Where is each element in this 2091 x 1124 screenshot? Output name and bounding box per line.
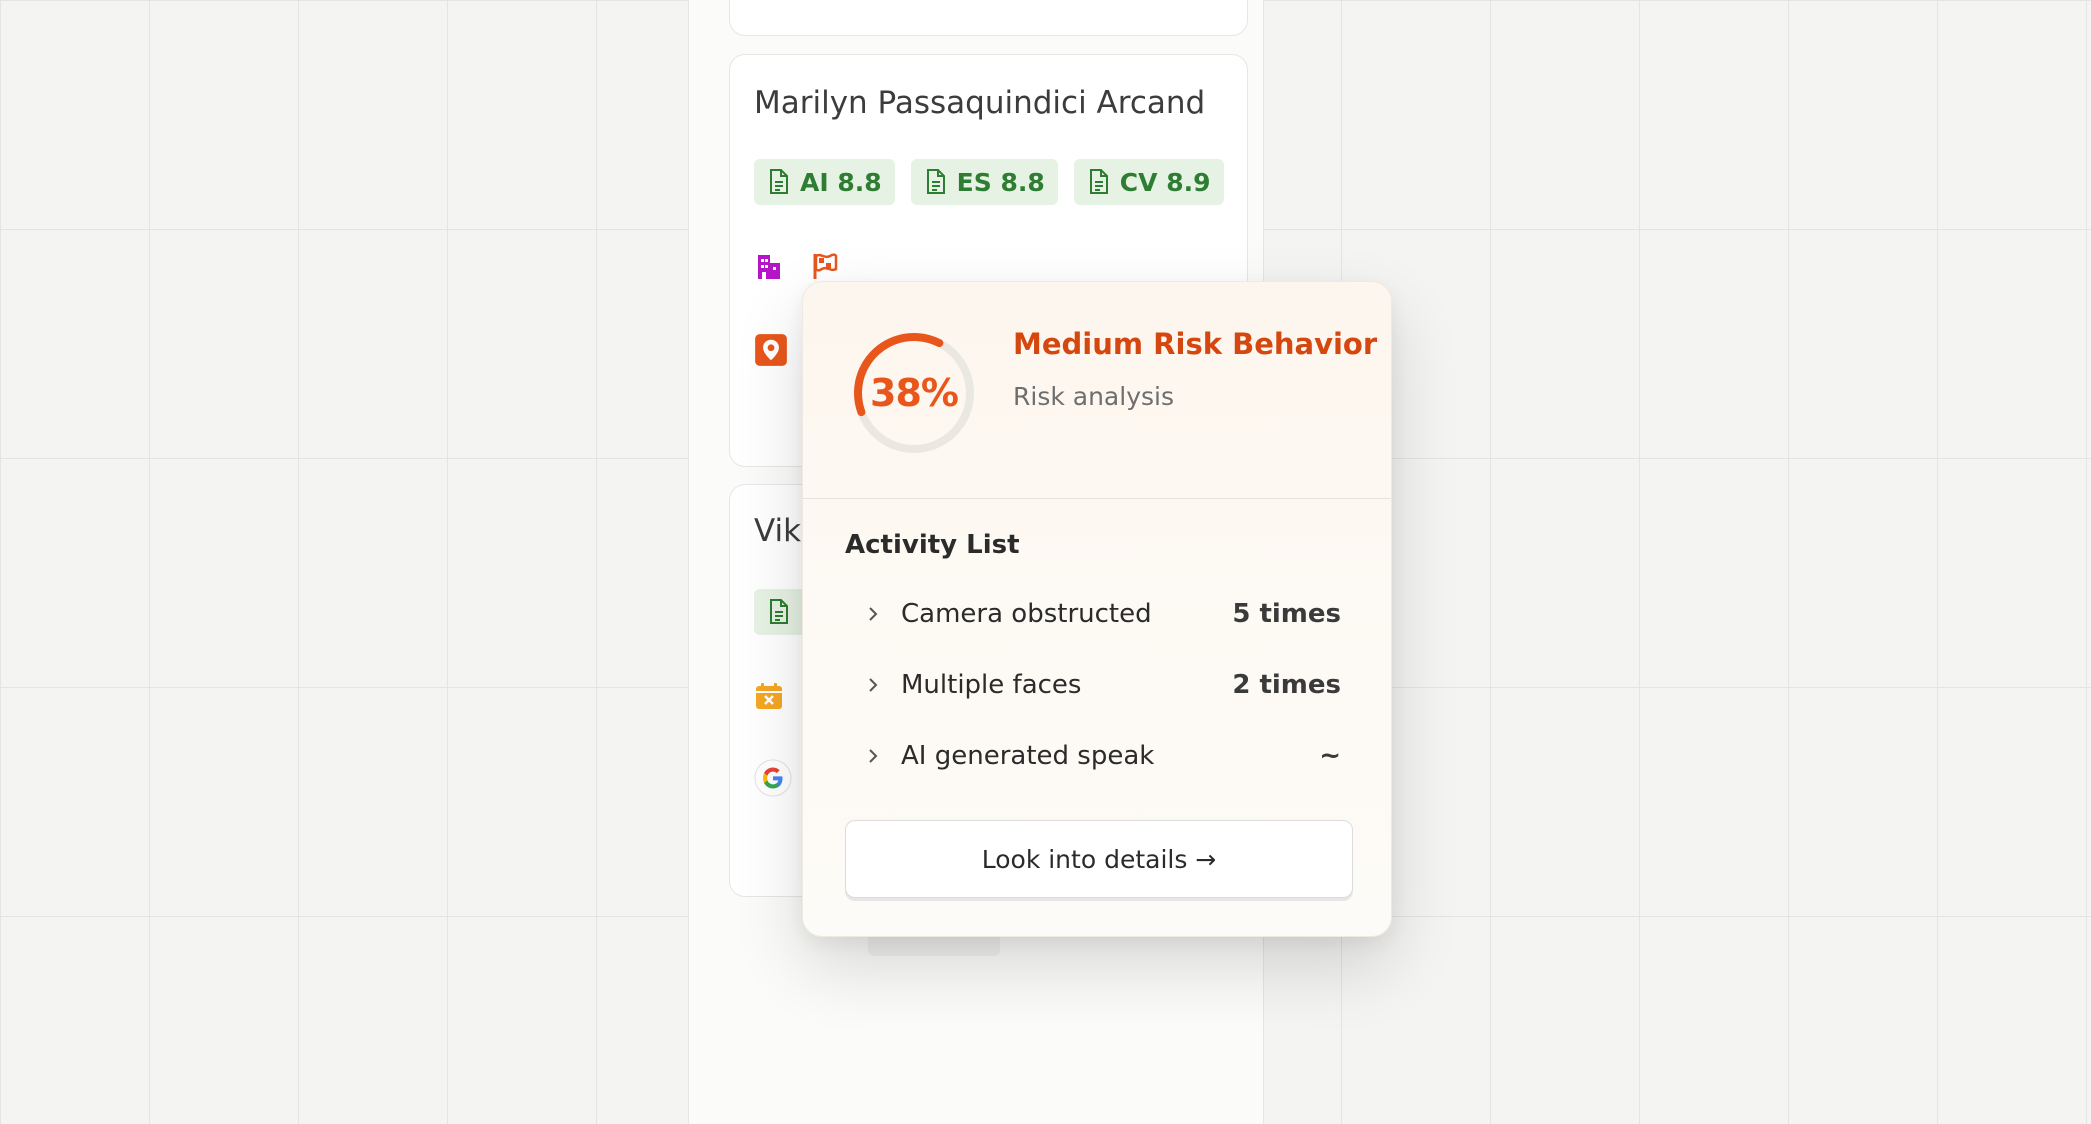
score-value: 8.8 — [837, 167, 882, 197]
chevron-right-icon — [869, 748, 878, 763]
divider — [803, 498, 1391, 499]
score-value: 8.9 — [1166, 167, 1211, 197]
candidate-tags — [754, 681, 784, 711]
score-chip-es[interactable]: ES 8.8 — [910, 159, 1058, 205]
activity-item-multiple-faces[interactable]: Multiple faces 2 times — [863, 649, 1341, 720]
score-label: ES — [956, 167, 992, 197]
flag-icon[interactable] — [810, 251, 840, 281]
location-pin-icon[interactable] — [754, 333, 788, 367]
score-label: CV — [1119, 167, 1158, 197]
activity-item-camera-obstructed[interactable]: Camera obstructed 5 times — [863, 578, 1341, 649]
chevron-right-icon — [869, 606, 878, 621]
candidate-source — [754, 759, 792, 797]
candidate-card-previous[interactable] — [729, 0, 1248, 36]
risk-subtitle: Risk analysis — [1013, 382, 1174, 411]
activity-count: 2 times — [1232, 669, 1341, 700]
score-label: AI — [800, 167, 829, 197]
score-chips: AI 8.8 ES 8.8 CV 8.9 — [754, 159, 1224, 205]
google-icon[interactable] — [754, 759, 792, 797]
risk-analysis-popover: 38% Medium Risk Behavior Risk analysis A… — [802, 281, 1392, 937]
activity-item-ai-generated-speak[interactable]: AI generated speak ~ — [863, 720, 1341, 791]
candidate-name: Marilyn Passaquindici Arcand — [754, 85, 1206, 121]
building-icon[interactable] — [754, 251, 784, 281]
activity-count: 5 times — [1232, 598, 1341, 629]
risk-title: Medium Risk Behavior — [1013, 327, 1378, 361]
candidate-tags — [754, 251, 840, 281]
activity-count: ~ — [1319, 740, 1341, 771]
chevron-right-icon — [869, 677, 878, 692]
score-chip-cv[interactable]: CV 8.9 — [1073, 159, 1224, 205]
activity-label: Camera obstructed — [901, 598, 1152, 629]
document-icon — [770, 169, 788, 194]
calendar-x-icon[interactable] — [754, 681, 784, 711]
score-value: 8.8 — [1000, 167, 1045, 197]
look-into-details-button[interactable]: Look into details → — [845, 820, 1353, 898]
document-icon — [926, 169, 945, 194]
activity-label: AI generated speak — [901, 740, 1155, 771]
document-icon — [770, 599, 788, 624]
document-icon — [1089, 169, 1108, 194]
candidate-source — [754, 333, 788, 367]
score-chip-ai[interactable]: AI 8.8 — [754, 159, 895, 205]
activity-label: Multiple faces — [901, 669, 1082, 700]
activity-list: Camera obstructed 5 times Multiple faces… — [863, 578, 1341, 791]
risk-percent: 38% — [870, 371, 959, 415]
activity-list-title: Activity List — [845, 530, 1020, 560]
candidate-name: Vik — [754, 513, 802, 549]
